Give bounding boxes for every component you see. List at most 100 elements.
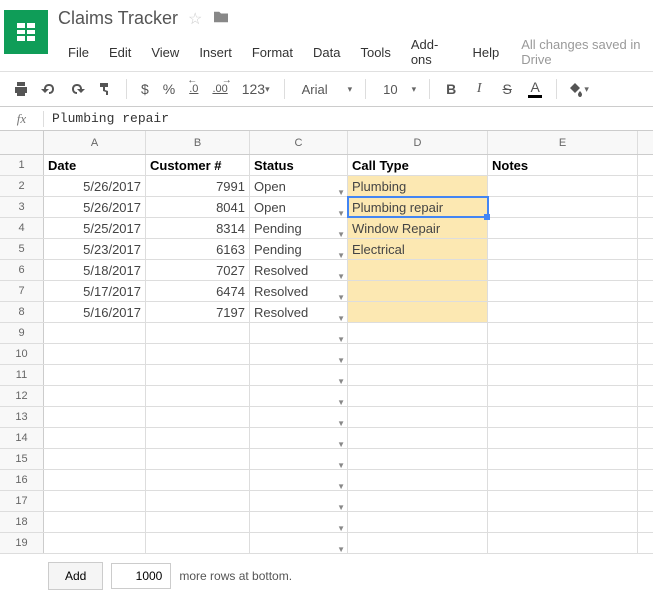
menu-view[interactable]: View <box>141 41 189 64</box>
font-size-select[interactable]: 10▾ <box>374 79 421 100</box>
cell[interactable]: Pending▼ <box>250 239 348 259</box>
cell[interactable]: Resolved▼ <box>250 281 348 301</box>
cell[interactable]: ▼ <box>250 407 348 427</box>
cell[interactable]: ▼ <box>250 344 348 364</box>
row-header[interactable]: 4 <box>0 218 44 238</box>
print-icon[interactable] <box>8 76 34 102</box>
cell[interactable] <box>44 491 146 511</box>
formula-input[interactable]: Plumbing repair <box>44 111 653 126</box>
folder-icon[interactable] <box>212 10 230 27</box>
text-color-button[interactable]: A <box>522 76 548 102</box>
cell[interactable] <box>348 365 488 385</box>
cell[interactable] <box>488 470 638 490</box>
cell[interactable] <box>146 386 250 406</box>
cell[interactable] <box>44 344 146 364</box>
validation-dropdown-icon[interactable]: ▼ <box>337 539 345 560</box>
cell[interactable] <box>488 281 638 301</box>
cell[interactable] <box>348 323 488 343</box>
cell[interactable] <box>348 533 488 553</box>
cell[interactable] <box>44 323 146 343</box>
cell[interactable] <box>44 470 146 490</box>
font-select[interactable]: Arial▾ <box>293 79 358 100</box>
cell[interactable]: 5/26/2017 <box>44 176 146 196</box>
cell[interactable]: Pending▼ <box>250 218 348 238</box>
add-rows-count-input[interactable] <box>111 563 171 589</box>
cell[interactable] <box>348 470 488 490</box>
cell[interactable] <box>146 344 250 364</box>
row-header[interactable]: 17 <box>0 491 44 511</box>
row-header[interactable]: 8 <box>0 302 44 322</box>
cell[interactable]: Electrical <box>348 239 488 259</box>
cell[interactable] <box>488 491 638 511</box>
cell[interactable]: ▼ <box>250 449 348 469</box>
col-header-b[interactable]: B <box>146 131 250 154</box>
cell[interactable] <box>488 302 638 322</box>
col-header-e[interactable]: E <box>488 131 638 154</box>
cell[interactable]: ▼ <box>250 512 348 532</box>
cell[interactable]: Window Repair <box>348 218 488 238</box>
menu-tools[interactable]: Tools <box>350 41 400 64</box>
cell[interactable]: ▼ <box>250 323 348 343</box>
cell[interactable]: Date <box>44 155 146 175</box>
cell[interactable] <box>488 197 638 217</box>
row-header[interactable]: 10 <box>0 344 44 364</box>
percent-button[interactable]: % <box>157 76 181 102</box>
cell[interactable] <box>348 407 488 427</box>
cell[interactable]: Notes <box>488 155 638 175</box>
row-header[interactable]: 9 <box>0 323 44 343</box>
menu-data[interactable]: Data <box>303 41 350 64</box>
row-header[interactable]: 15 <box>0 449 44 469</box>
cell[interactable] <box>146 449 250 469</box>
cell[interactable] <box>348 281 488 301</box>
cell[interactable] <box>348 491 488 511</box>
cell[interactable] <box>348 386 488 406</box>
cell[interactable]: Status <box>250 155 348 175</box>
cell[interactable] <box>348 344 488 364</box>
currency-button[interactable]: $ <box>135 76 155 102</box>
cell[interactable] <box>488 365 638 385</box>
cell[interactable] <box>44 533 146 553</box>
bold-button[interactable]: B <box>438 76 464 102</box>
row-header[interactable]: 5 <box>0 239 44 259</box>
paint-format-icon[interactable] <box>92 76 118 102</box>
cell[interactable] <box>488 407 638 427</box>
redo-icon[interactable] <box>64 76 90 102</box>
decrease-decimal-button[interactable]: .0← <box>183 76 204 102</box>
cell[interactable] <box>146 491 250 511</box>
cell[interactable] <box>146 470 250 490</box>
sheets-logo[interactable] <box>4 10 48 54</box>
cell[interactable]: Customer # <box>146 155 250 175</box>
cell[interactable]: 5/23/2017 <box>44 239 146 259</box>
cell[interactable] <box>348 512 488 532</box>
cell[interactable]: 7197 <box>146 302 250 322</box>
cell[interactable]: 8314 <box>146 218 250 238</box>
cell[interactable]: ▼ <box>250 491 348 511</box>
row-header[interactable]: 7 <box>0 281 44 301</box>
row-header[interactable]: 6 <box>0 260 44 280</box>
cell[interactable] <box>146 512 250 532</box>
cell[interactable] <box>146 365 250 385</box>
cell[interactable] <box>488 428 638 448</box>
undo-icon[interactable] <box>36 76 62 102</box>
row-header[interactable]: 19 <box>0 533 44 553</box>
cell[interactable] <box>44 512 146 532</box>
cell[interactable] <box>488 176 638 196</box>
row-header[interactable]: 12 <box>0 386 44 406</box>
menu-file[interactable]: File <box>58 41 99 64</box>
cell[interactable] <box>488 344 638 364</box>
cell[interactable] <box>146 428 250 448</box>
cell[interactable] <box>44 428 146 448</box>
cell[interactable]: 8041 <box>146 197 250 217</box>
fill-color-button[interactable]: ▾ <box>565 76 591 102</box>
cell[interactable]: Resolved▼ <box>250 260 348 280</box>
cell[interactable]: ▼ <box>250 533 348 553</box>
cell[interactable] <box>44 449 146 469</box>
row-header[interactable]: 3 <box>0 197 44 217</box>
cell[interactable]: Open▼ <box>250 176 348 196</box>
col-header-a[interactable]: A <box>44 131 146 154</box>
row-header[interactable]: 2 <box>0 176 44 196</box>
row-header[interactable]: 16 <box>0 470 44 490</box>
cell[interactable] <box>488 218 638 238</box>
cell[interactable]: 5/25/2017 <box>44 218 146 238</box>
cell[interactable] <box>488 239 638 259</box>
